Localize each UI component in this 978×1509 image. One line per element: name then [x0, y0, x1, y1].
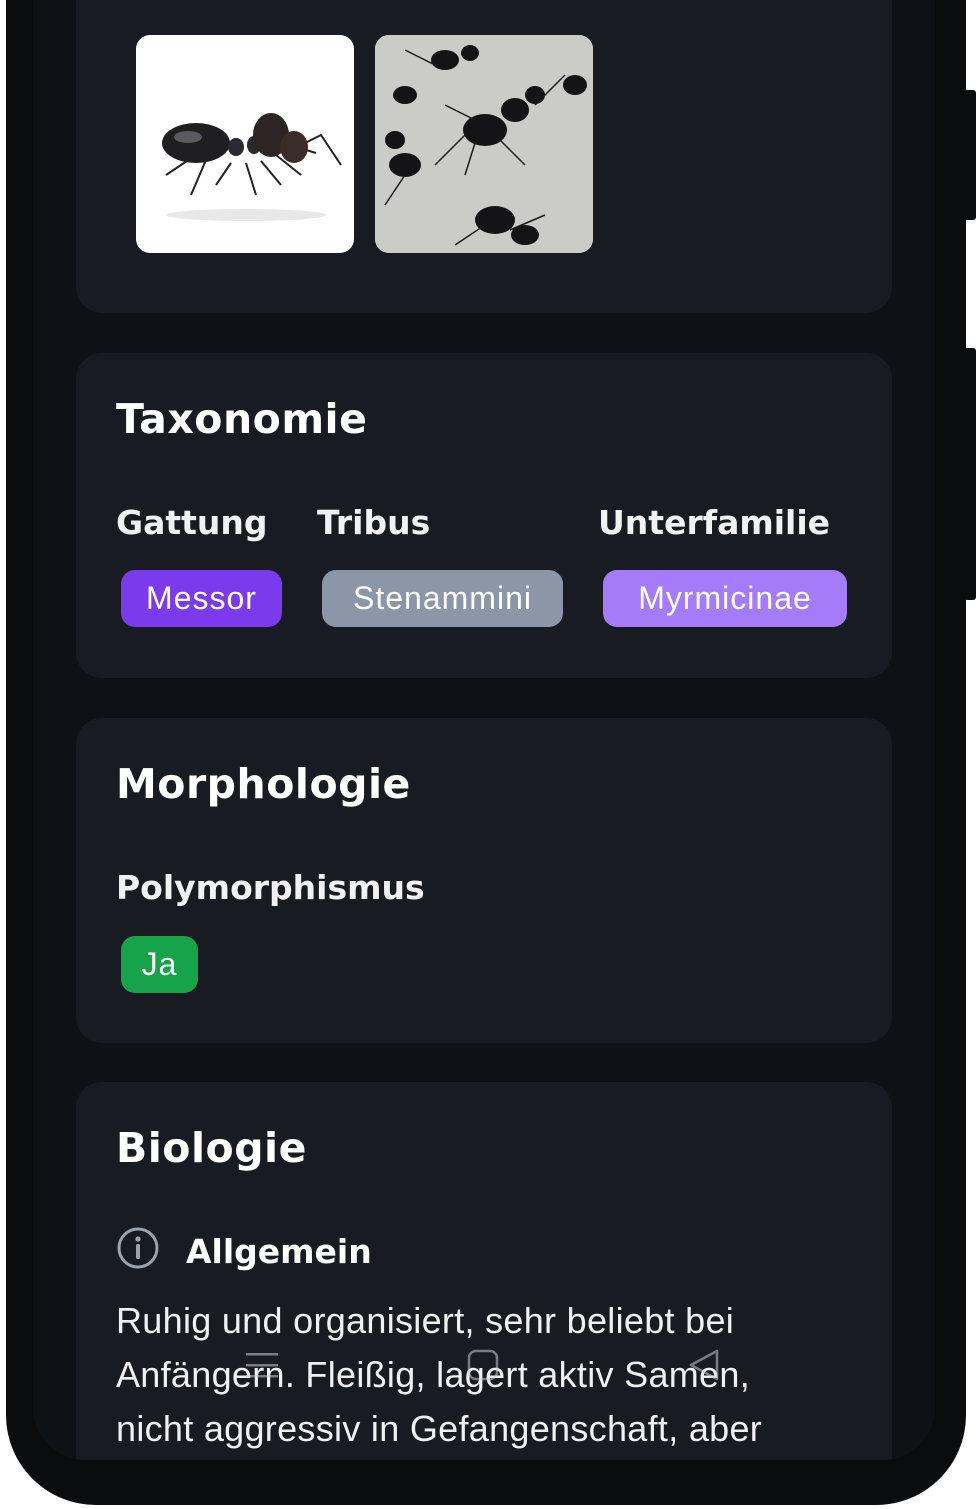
genus-chip[interactable]: Messor	[121, 570, 282, 627]
subfamily-chip[interactable]: Myrmicinae	[603, 570, 847, 627]
morphology-title: Morphologie	[116, 760, 411, 808]
ant-photo-single[interactable]	[136, 35, 354, 253]
tribe-chip[interactable]: Stenammini	[322, 570, 563, 627]
biology-title: Biologie	[116, 1124, 307, 1172]
menu-icon[interactable]	[245, 1351, 279, 1381]
ants-image	[375, 35, 593, 253]
tribe-label: Tribus	[317, 503, 431, 542]
description-line: Ruhig und organisiert, sehr beliebt bei	[116, 1300, 735, 1341]
info-icon	[117, 1227, 159, 1269]
subfamily-label: Unterfamilie	[598, 503, 831, 542]
genus-label: Gattung	[116, 503, 268, 542]
volume-button	[964, 90, 976, 220]
morphology-card: Morphologie Polymorphismus Ja	[76, 718, 892, 1043]
image-gallery-card	[76, 0, 892, 313]
app-screen: Taxonomie Gattung Messor Tribus Stenammi…	[33, 0, 935, 1460]
polymorphism-label: Polymorphismus	[116, 868, 425, 907]
ant-image	[162, 113, 342, 221]
taxonomy-title: Taxonomie	[116, 395, 368, 443]
general-heading: Allgemein	[186, 1232, 372, 1271]
ant-photo-group[interactable]	[375, 35, 593, 253]
home-icon[interactable]	[467, 1349, 499, 1381]
taxonomy-card: Taxonomie Gattung Messor Tribus Stenammi…	[76, 353, 892, 678]
back-icon[interactable]	[687, 1348, 721, 1382]
polymorphism-chip[interactable]: Ja	[121, 936, 198, 993]
power-button	[964, 348, 976, 600]
system-navigation-bar	[33, 1343, 935, 1423]
